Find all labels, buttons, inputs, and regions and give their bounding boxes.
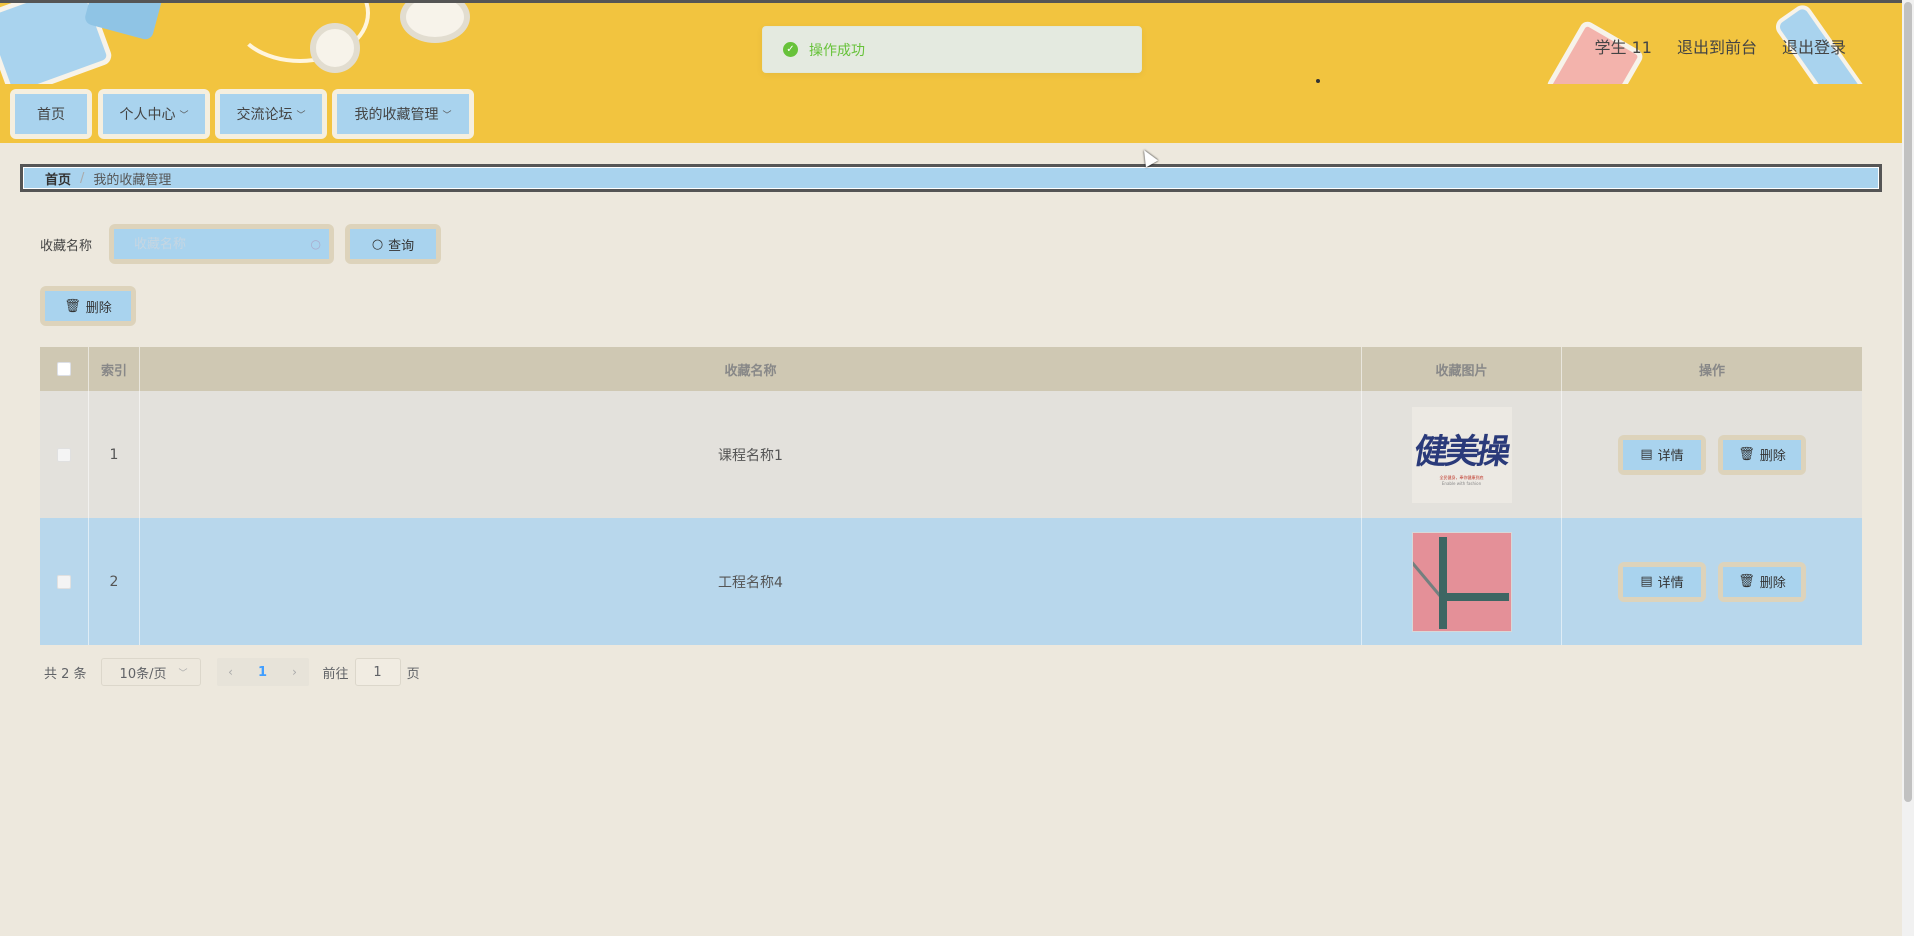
chevron-down-icon: ﹀ (296, 110, 306, 121)
row-index: 2 (89, 518, 140, 645)
earbud-decoration-2 (400, 3, 470, 43)
table-header: 索引 收藏名称 收藏图片 操作 (40, 347, 1862, 391)
detail-button[interactable]: ▤ 详情 (1618, 434, 1706, 475)
exit-to-front-link[interactable]: 退出到前台 (1677, 34, 1757, 58)
search-label: 收藏名称 (40, 239, 93, 254)
header: ✓ 操作成功 学生 11 退出到前台 退出登录 (0, 0, 1902, 84)
favorite-thumbnail: 健美操 全民健身，奉你健康到底 Enable with fashion (1411, 406, 1512, 503)
favorite-thumbnail (1411, 531, 1512, 632)
query-button[interactable]: ○ 查询 (345, 224, 441, 264)
row-ops: ▤ 详情 🗑 删除 (1562, 518, 1862, 645)
chevron-down-icon: ﹀ (179, 110, 189, 121)
detail-button[interactable]: ▤ 详情 (1618, 561, 1706, 602)
thumbnail-caption-en: Enable with fashion (1441, 480, 1482, 486)
row-checkbox-cell (40, 518, 89, 645)
chevron-down-icon: ﹀ (178, 668, 188, 679)
row-checkbox[interactable] (57, 574, 71, 589)
row-name: 工程名称4 (140, 518, 1362, 645)
header-name: 收藏名称 (140, 347, 1362, 391)
bracket-brace (1412, 540, 1509, 597)
bracket-vertical (1438, 536, 1447, 629)
header-ops: 操作 (1698, 363, 1725, 379)
bulk-delete-button[interactable]: 🗑 删除 (40, 286, 136, 326)
top-nav: 学生 11 退出到前台 退出登录 (1595, 34, 1846, 58)
vertical-scrollbar[interactable] (1902, 0, 1914, 936)
document-icon: ▤ (1640, 574, 1653, 589)
header-index: 索引 (89, 347, 140, 391)
delete-button[interactable]: 🗑 删除 (1718, 561, 1806, 602)
table-row: 2 工程名称4 ▤ 详情 🗑 删除 (40, 518, 1862, 645)
page-size-select[interactable]: 10条/页 ﹀ (100, 658, 201, 686)
row-image-cell: 健美操 全民健身，奉你健康到底 Enable with fashion (1362, 391, 1562, 518)
page-nav: ‹ 1 › (216, 658, 309, 686)
menu-item-home[interactable]: 首页 (10, 89, 92, 139)
check-circle-icon: ✓ (783, 42, 798, 57)
header-checkbox-cell (40, 347, 89, 391)
search-icon: ○ (310, 237, 321, 251)
scrollbar-thumb[interactable] (1904, 2, 1912, 802)
logout-link[interactable]: 退出登录 (1782, 34, 1846, 58)
search-icon: ○ (371, 236, 384, 252)
earbud-decoration (310, 23, 360, 73)
breadcrumb-separator: / (80, 170, 85, 186)
thumbnail-calligraphy: 健美操 (1411, 431, 1511, 472)
page-number[interactable]: 1 (245, 665, 281, 680)
select-all-checkbox[interactable] (57, 362, 71, 376)
table-row: 1 课程名称1 健美操 全民健身，奉你健康到底 Enable with fash… (40, 391, 1862, 518)
detail-label: 详情 (1657, 449, 1684, 464)
row-ops: ▤ 详情 🗑 删除 (1562, 391, 1862, 518)
goto-page-input[interactable]: 1 (354, 658, 401, 686)
goto-prefix: 前往 (322, 666, 349, 682)
delete-label: 删除 (1759, 449, 1786, 464)
detail-label: 详情 (1657, 576, 1684, 591)
success-toast: ✓ 操作成功 (762, 26, 1142, 73)
menu-label: 个人中心 (119, 107, 176, 123)
trash-icon: 🗑 (1738, 447, 1755, 462)
chevron-down-icon: ﹀ (442, 110, 452, 121)
menu-label: 我的收藏管理 (354, 107, 439, 123)
header-image: 收藏图片 (1362, 347, 1562, 391)
page-size-value: 10条/页 (119, 666, 167, 682)
next-page-icon[interactable]: › (281, 665, 309, 679)
breadcrumb-current: 我的收藏管理 (93, 172, 172, 188)
bracket-horizontal (1438, 592, 1509, 601)
trash-icon: 🗑 (1738, 574, 1755, 589)
goto-suffix: 页 (406, 666, 420, 682)
trash-icon: 🗑 (64, 298, 81, 314)
query-button-label: 查询 (388, 238, 415, 254)
pagination: 共 2 条 10条/页 ﹀ ‹ 1 › 前往 1 页 (44, 658, 420, 686)
row-image-cell (1362, 518, 1562, 645)
breadcrumb-home[interactable]: 首页 (45, 169, 71, 188)
menu-item-forum[interactable]: 交流论坛 ﹀ (215, 89, 327, 139)
goto-page: 前往 1 页 (323, 658, 420, 686)
delete-label: 删除 (1759, 576, 1786, 591)
menu-item-favorites[interactable]: 我的收藏管理 ﹀ (332, 89, 474, 139)
row-checkbox-cell (40, 391, 89, 518)
total-count: 共 2 条 (44, 666, 87, 682)
prev-page-icon[interactable]: ‹ (217, 665, 245, 679)
row-name: 课程名称1 (140, 391, 1362, 518)
row-index: 1 (89, 391, 140, 518)
menu-bar: 首页 个人中心 ﹀ 交流论坛 ﹀ 我的收藏管理 ﹀ (0, 84, 1902, 143)
search-field-wrapper: ○ (109, 224, 334, 264)
bulk-delete-label: 删除 (85, 300, 112, 316)
delete-button[interactable]: 🗑 删除 (1718, 434, 1806, 475)
menu-label: 交流论坛 (236, 107, 293, 123)
user-name[interactable]: 学生 11 (1595, 34, 1652, 58)
dot-decoration (1316, 79, 1320, 83)
search-input[interactable] (134, 236, 294, 252)
favorites-table: 索引 收藏名称 收藏图片 操作 1 课程名称1 健美操 全民健身，奉你健康到底 … (40, 347, 1862, 645)
menu-item-personal-center[interactable]: 个人中心 ﹀ (98, 89, 210, 139)
breadcrumb: 首页 / 我的收藏管理 (20, 164, 1882, 192)
menu-label: 首页 (37, 107, 65, 123)
row-checkbox[interactable] (57, 447, 71, 462)
toast-message: 操作成功 (809, 42, 865, 59)
document-icon: ▤ (1640, 447, 1653, 462)
